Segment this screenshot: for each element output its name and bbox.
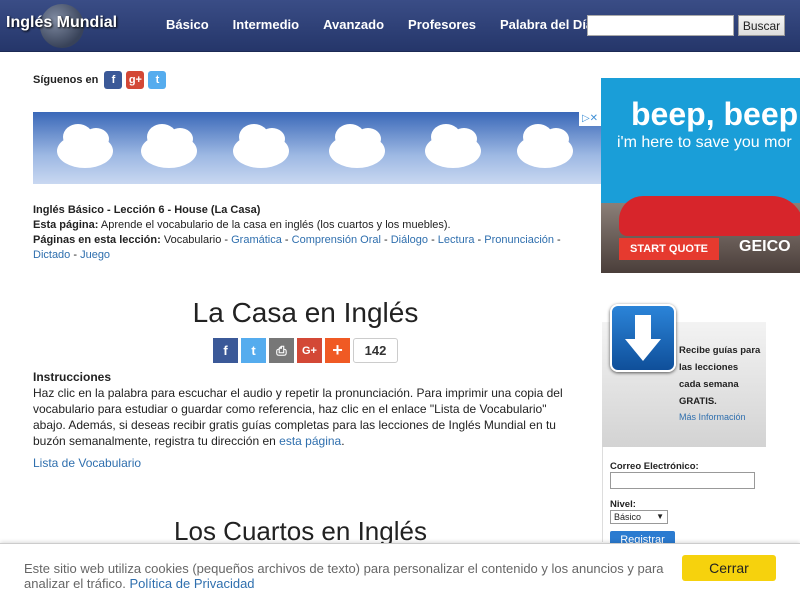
lesson-info: Inglés Básico - Lección 6 - House (La Ca…: [33, 204, 561, 261]
share-bar: f t ⎙ G+ + 142: [213, 338, 398, 363]
nav-profesores[interactable]: Profesores: [396, 0, 488, 52]
cookie-close-button[interactable]: Cerrar: [682, 555, 776, 581]
main-nav: Básico Intermedio Avanzado Profesores Pa…: [154, 0, 605, 52]
print-icon[interactable]: ⎙: [269, 338, 294, 363]
page-title: La Casa en Inglés: [192, 297, 419, 328]
link-lectura[interactable]: Lectura: [438, 234, 475, 246]
adchoices-icon[interactable]: ▷✕: [579, 112, 601, 126]
level-label: Nivel:: [610, 499, 636, 510]
link-juego[interactable]: Juego: [80, 249, 110, 261]
search-button[interactable]: Buscar: [738, 15, 785, 36]
cookie-text: Este sitio web utiliza cookies (pequeños…: [24, 561, 664, 591]
email-field[interactable]: [610, 472, 755, 489]
twitter-icon[interactable]: t: [148, 71, 167, 89]
instructions-text: Haz clic en la palabra para escuchar el …: [33, 386, 563, 448]
level-select[interactable]: Básico ▼: [610, 510, 668, 524]
nav-avanzado[interactable]: Avanzado: [311, 0, 396, 52]
site-logo[interactable]: Inglés Mundial: [6, 14, 117, 32]
lesson-title: Inglés Básico - Lección 6 - House (La Ca…: [33, 204, 261, 216]
current-page: Vocabulario: [163, 234, 222, 246]
signup-page-link[interactable]: esta página: [279, 434, 341, 448]
search-input[interactable]: [587, 15, 734, 36]
follow-bar: Síguenos en f g+ t: [33, 70, 170, 90]
link-dialogo[interactable]: Diálogo: [391, 234, 428, 246]
cloud-graphic: [329, 124, 385, 168]
more-info-link[interactable]: Más Información: [679, 412, 746, 422]
signup-box: Recibe guías para las lecciones cada sem…: [602, 304, 766, 447]
cloud-graphic: [57, 124, 113, 168]
link-dictado[interactable]: Dictado: [33, 249, 70, 261]
vocabulary-list-link[interactable]: Lista de Vocabulario: [33, 456, 141, 470]
nav-intermedio[interactable]: Intermedio: [221, 0, 311, 52]
ad-brand: GEICO: [739, 238, 791, 255]
pages-label: Páginas en esta lección:: [33, 234, 161, 246]
ad-banner[interactable]: ▷✕: [33, 112, 601, 184]
cloud-graphic: [425, 124, 481, 168]
privacy-policy-link[interactable]: Política de Privacidad: [130, 576, 255, 591]
link-comprension-oral[interactable]: Comprensión Oral: [292, 234, 381, 246]
side-ad[interactable]: beep, beep i'm here to save you mor STAR…: [601, 78, 800, 273]
facebook-icon[interactable]: f: [104, 71, 123, 89]
ad-subline: i'm here to save you mor: [617, 134, 792, 151]
download-arrow-icon: [610, 304, 676, 372]
ad-headline: beep, beep: [631, 96, 799, 132]
share-facebook-icon[interactable]: f: [213, 338, 238, 363]
cookie-message: Este sitio web utiliza cookies (pequeños…: [24, 561, 664, 591]
share-count: 142: [353, 338, 398, 363]
follow-label: Síguenos en: [33, 74, 99, 86]
cloud-graphic: [517, 124, 573, 168]
cookie-banner: Este sitio web utiliza cookies (pequeños…: [0, 543, 800, 600]
nav-basico[interactable]: Básico: [154, 0, 221, 52]
share-google-plus-icon[interactable]: G+: [297, 338, 322, 363]
link-gramatica[interactable]: Gramática: [231, 234, 282, 246]
share-more-icon[interactable]: +: [325, 338, 350, 363]
site-header: Inglés Mundial Básico Intermedio Avanzad…: [0, 0, 800, 52]
chevron-down-icon: ▼: [656, 512, 664, 521]
page-description: Aprende el vocabulario de la casa en ing…: [100, 219, 451, 231]
signup-text: Recibe guías para las lecciones cada sem…: [679, 345, 761, 407]
cloud-graphic: [141, 124, 197, 168]
level-value: Básico: [614, 512, 642, 522]
share-twitter-icon[interactable]: t: [241, 338, 266, 363]
ad-cta-button[interactable]: START QUOTE: [619, 238, 719, 260]
page-label: Esta página:: [33, 219, 99, 231]
email-label: Correo Electrónico:: [610, 461, 699, 472]
instructions-title: Instrucciones: [33, 370, 112, 384]
google-plus-icon[interactable]: g+: [126, 71, 145, 89]
cloud-graphic: [233, 124, 289, 168]
link-pronunciacion[interactable]: Pronunciación: [484, 234, 554, 246]
ad-car-graphic: [619, 196, 800, 236]
